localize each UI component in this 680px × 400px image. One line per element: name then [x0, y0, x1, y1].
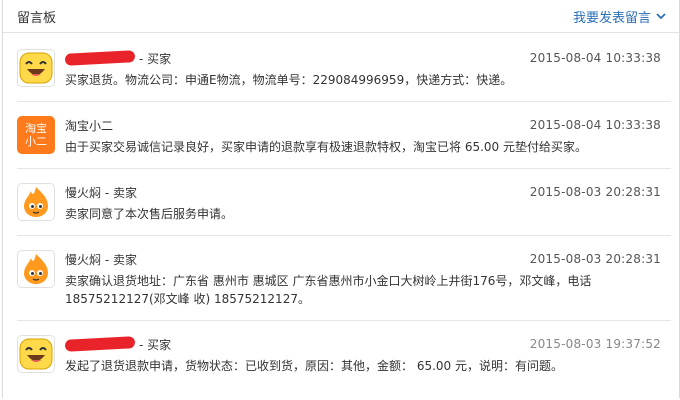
message-author: - 买家 [64, 336, 172, 353]
message-author: - 买家 [64, 50, 172, 67]
redaction-mark [64, 50, 136, 66]
redaction-mark [64, 336, 136, 352]
author-role-label: - 买家 [139, 51, 172, 66]
message-content: 发起了退货退款申请，货物状态：已收到货，原因：其他，金额： 65.00 元，说明… [65, 359, 563, 373]
message-board-header: 留言板 我要发表留言 [3, 0, 679, 33]
message-author: 慢火焖 - 卖家 [65, 252, 137, 267]
message-timestamp: 2015-08-03 20:28:31 [529, 185, 661, 199]
message-timestamp: 2015-08-04 10:33:38 [529, 118, 661, 132]
author-role-label: - 买家 [139, 337, 172, 352]
message-timestamp: 2015-08-03 19:37:52 [529, 337, 661, 351]
flame-mascot-icon [24, 187, 48, 217]
post-message-button[interactable]: 我要发表留言 [573, 7, 667, 26]
message-item: - 买家 2015-08-04 10:33:38 买家退货。物流公司：申通E物流… [17, 33, 671, 102]
smiley-avatar [17, 335, 55, 373]
taobao-xiaoer-avatar: 淘宝 小二 [17, 116, 55, 154]
message-timestamp: 2015-08-03 20:28:31 [529, 252, 661, 266]
avatar-text-line-1: 淘宝 [25, 122, 47, 135]
message-board: 留言板 我要发表留言 - 买家 2015-08-04 10:33:38 买家退货… [2, 0, 680, 398]
smiley-face-icon [19, 52, 53, 84]
message-author: 慢火焖 - 卖家 [65, 185, 137, 200]
page-title: 留言板 [17, 10, 57, 26]
message-item: 慢火焖 - 卖家 2015-08-03 20:28:31 卖家同意了本次售后服务… [17, 169, 671, 236]
avatar-text-line-2: 小二 [25, 135, 47, 148]
message-item: 慢火焖 - 卖家 2015-08-03 20:28:31 卖家确认退货地址：广东… [17, 236, 671, 321]
smiley-face-icon [19, 338, 53, 370]
message-content: 买家退货。物流公司：申通E物流，物流单号：229084996959，快递方式：快… [65, 73, 513, 87]
message-item: 淘宝 小二 淘宝小二 2015-08-04 10:33:38 由于买家交易诚信记… [17, 102, 671, 169]
message-content: 卖家同意了本次售后服务申请。 [65, 207, 234, 221]
flame-mascot-icon [24, 254, 48, 284]
flame-mascot-avatar [17, 250, 55, 288]
message-author: 淘宝小二 [65, 118, 114, 133]
message-item: - 买家 2015-08-03 19:37:52 发起了退货退款申请，货物状态：… [17, 321, 671, 387]
message-content: 由于买家交易诚信记录良好，买家申请的退款享有极速退款特权，淘宝已将 65.00 … [65, 140, 587, 154]
chevron-down-icon [656, 13, 666, 20]
message-content: 卖家确认退货地址：广东省 惠州市 惠城区 广东省惠州市小金口大树岭上井街176号… [65, 274, 592, 306]
message-timestamp: 2015-08-04 10:33:38 [529, 51, 661, 65]
message-list: - 买家 2015-08-04 10:33:38 买家退货。物流公司：申通E物流… [3, 33, 679, 387]
flame-mascot-avatar [17, 183, 55, 221]
post-message-label: 我要发表留言 [572, 10, 651, 26]
smiley-avatar [17, 49, 55, 87]
